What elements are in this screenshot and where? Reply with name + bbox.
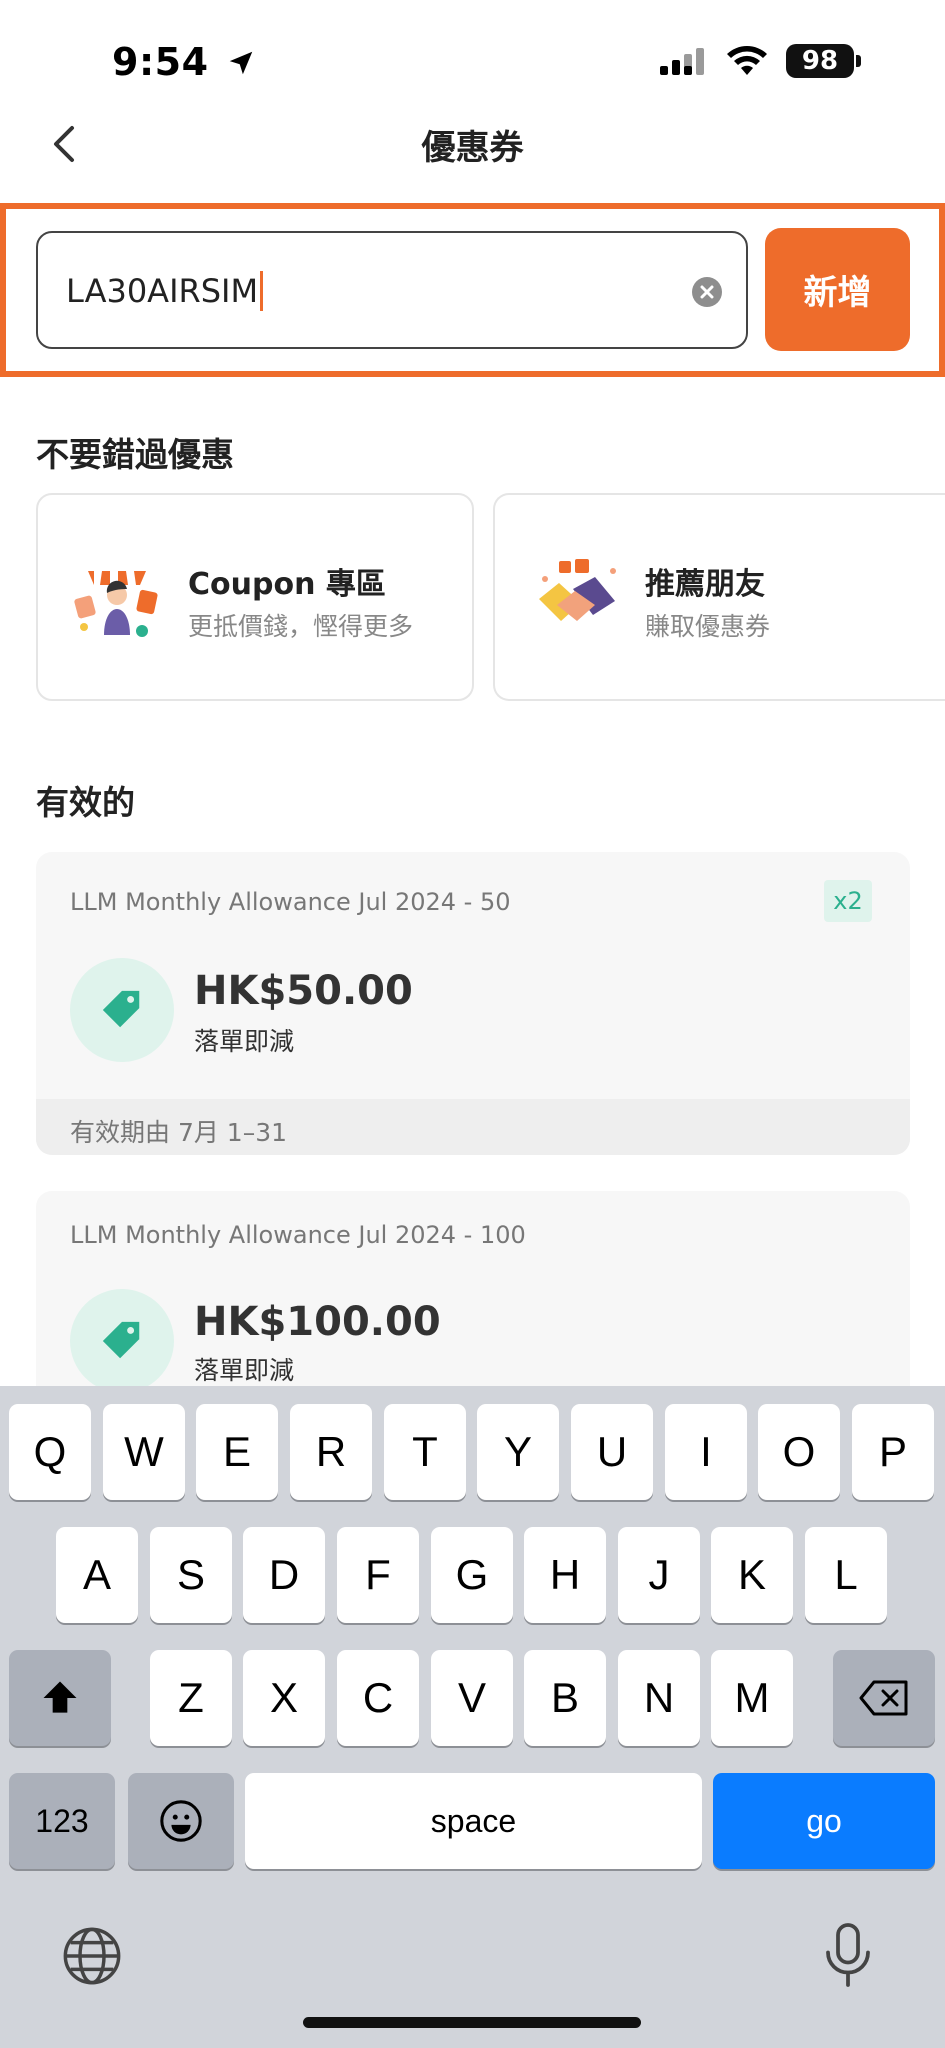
- numbers-key[interactable]: 123: [9, 1773, 115, 1869]
- page-title: 優惠券: [421, 128, 524, 168]
- key-d[interactable]: D: [243, 1527, 325, 1623]
- key-m[interactable]: M: [711, 1650, 793, 1746]
- voucher-description: 落單即減: [194, 1356, 295, 1385]
- handshake-icon: [539, 559, 616, 621]
- key-p[interactable]: P: [852, 1404, 934, 1500]
- key-c[interactable]: C: [337, 1650, 419, 1746]
- key-b[interactable]: B: [524, 1650, 606, 1746]
- coupon-zone-title: Coupon 專區: [188, 567, 386, 602]
- coupon-zone-subtitle: 更抵價錢，慳得更多: [188, 612, 414, 641]
- coupon-code-text: LA30AIRSIM: [66, 271, 264, 311]
- globe-button[interactable]: [60, 1924, 126, 1990]
- voucher-icon: [70, 958, 174, 1062]
- key-o[interactable]: O: [758, 1404, 840, 1500]
- go-key[interactable]: go: [713, 1773, 935, 1869]
- clear-input-button[interactable]: [692, 277, 722, 307]
- key-a[interactable]: A: [56, 1527, 138, 1623]
- battery-indicator: 98: [786, 44, 854, 78]
- voucher-amount: HK$100.00: [194, 1299, 441, 1345]
- voucher-validity: 有效期由 7月 1–31: [36, 1099, 910, 1155]
- space-key[interactable]: space: [245, 1773, 702, 1869]
- emoji-icon: [160, 1800, 202, 1842]
- backspace-icon: [859, 1680, 908, 1716]
- cellular-signal-icon: [660, 48, 704, 75]
- home-indicator: [303, 2017, 641, 2028]
- key-q[interactable]: Q: [9, 1404, 91, 1500]
- status-time: 9:54: [112, 40, 256, 84]
- voucher-name: LLM Monthly Allowance Jul 2024 - 100: [70, 1221, 526, 1249]
- status-icons: 98: [658, 44, 861, 78]
- shift-icon: [43, 1681, 77, 1713]
- close-icon: [700, 285, 714, 299]
- voucher-quantity-badge: x2: [824, 880, 872, 922]
- key-r[interactable]: R: [290, 1404, 372, 1500]
- location-arrow-icon: [230, 51, 253, 75]
- key-u[interactable]: U: [571, 1404, 653, 1500]
- key-e[interactable]: E: [196, 1404, 278, 1500]
- keyboard: Q W E R T Y U I O P A S D F G H J K L Z …: [0, 1386, 945, 2048]
- wifi-icon: [727, 46, 767, 75]
- voucher-icon: [70, 1289, 174, 1393]
- microphone-icon: [826, 1923, 870, 1987]
- valid-section-title: 有效的: [36, 783, 135, 822]
- key-s[interactable]: S: [150, 1527, 232, 1623]
- shopping-person-icon: [74, 571, 158, 637]
- key-n[interactable]: N: [618, 1650, 700, 1746]
- promo-section-title: 不要錯過優惠: [36, 435, 234, 474]
- key-y[interactable]: Y: [477, 1404, 559, 1500]
- key-z[interactable]: Z: [150, 1650, 232, 1746]
- voucher-amount: HK$50.00: [194, 968, 413, 1014]
- key-l[interactable]: L: [805, 1527, 887, 1623]
- text-caret: [260, 271, 264, 311]
- refer-friend-title: 推薦朋友: [645, 567, 765, 602]
- price-tag-icon: [102, 1321, 140, 1359]
- key-h[interactable]: H: [524, 1527, 606, 1623]
- voucher-description: 落單即減: [194, 1027, 295, 1056]
- key-x[interactable]: X: [243, 1650, 325, 1746]
- refer-friend-subtitle: 賺取優惠券: [645, 612, 771, 641]
- backspace-key[interactable]: [833, 1650, 935, 1746]
- globe-icon: [63, 1927, 121, 1985]
- key-t[interactable]: T: [384, 1404, 466, 1500]
- coupon-code-input[interactable]: LA30AIRSIM: [36, 231, 748, 349]
- shift-key[interactable]: [9, 1650, 111, 1746]
- key-i[interactable]: I: [665, 1404, 747, 1500]
- key-f[interactable]: F: [337, 1527, 419, 1623]
- coupon-zone-card[interactable]: Coupon 專區 更抵價錢，慳得更多: [36, 493, 474, 701]
- key-w[interactable]: W: [103, 1404, 185, 1500]
- key-v[interactable]: V: [431, 1650, 513, 1746]
- key-k[interactable]: K: [711, 1527, 793, 1623]
- add-coupon-button[interactable]: 新增: [765, 228, 910, 351]
- key-j[interactable]: J: [618, 1527, 700, 1623]
- voucher-name: LLM Monthly Allowance Jul 2024 - 50: [70, 888, 511, 916]
- voucher-card[interactable]: LLM Monthly Allowance Jul 2024 - 50 x2 H…: [36, 852, 910, 1155]
- refer-friend-card[interactable]: 推薦朋友 賺取優惠券: [493, 493, 945, 701]
- key-g[interactable]: G: [431, 1527, 513, 1623]
- dictation-button[interactable]: [818, 1920, 882, 1992]
- emoji-key[interactable]: [128, 1773, 234, 1869]
- price-tag-icon: [102, 990, 140, 1028]
